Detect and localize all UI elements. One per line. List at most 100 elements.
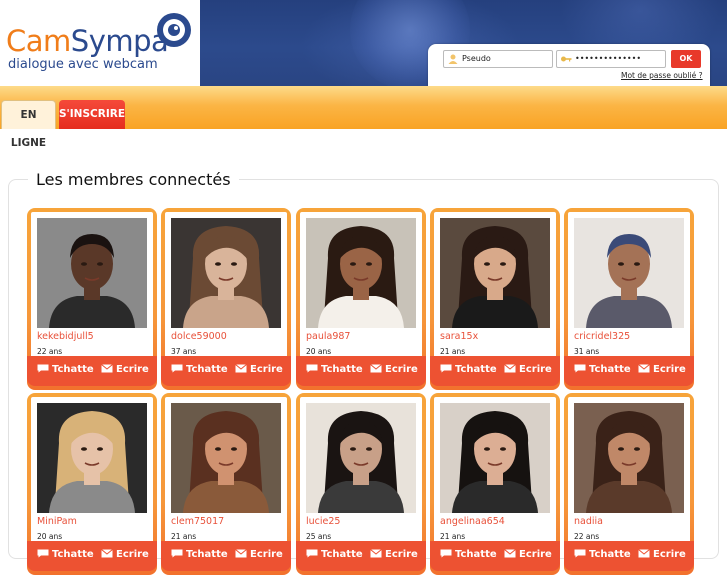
chat-button[interactable]: Tchatte (440, 549, 497, 561)
member-card[interactable]: angelinaa654 21 ans Tchatte Ecrire (430, 393, 560, 575)
write-label: Ecrire (116, 364, 149, 375)
forgot-password-link[interactable]: Mot de passe oublié ? (621, 71, 703, 80)
member-actions: Tchatte Ecrire (27, 356, 157, 386)
chat-button[interactable]: Tchatte (37, 549, 94, 561)
chat-bubble-icon (574, 549, 586, 558)
member-name[interactable]: paula987 (306, 331, 350, 342)
envelope-icon (370, 364, 382, 373)
member-card[interactable]: dolce59000 37 ans Tchatte Ecrire (161, 208, 291, 390)
chat-button[interactable]: Tchatte (306, 549, 363, 561)
member-card[interactable]: nadiia 22 ans Tchatte Ecrire (564, 393, 694, 575)
member-name[interactable]: lucie25 (306, 516, 340, 527)
logo-subtitle: dialogue avec webcam (8, 57, 158, 72)
pseudo-value: Pseudo (462, 54, 491, 63)
write-label: Ecrire (385, 549, 418, 560)
member-photo[interactable] (306, 218, 416, 328)
member-photo[interactable] (171, 403, 281, 513)
chat-button[interactable]: Tchatte (440, 364, 497, 376)
member-card-inner: lucie25 25 ans (300, 397, 422, 553)
write-button[interactable]: Ecrire (235, 549, 283, 561)
member-photo-art (440, 218, 550, 328)
chat-button[interactable]: Tchatte (171, 364, 228, 376)
password-value: •••••••••••••• (575, 54, 642, 63)
write-button[interactable]: Ecrire (370, 549, 418, 561)
chat-label: Tchatte (52, 364, 94, 375)
pseudo-field[interactable]: Pseudo (443, 50, 553, 68)
member-actions: Tchatte Ecrire (564, 356, 694, 386)
member-age: 22 ans (37, 347, 63, 356)
member-photo-art (574, 403, 684, 513)
login-ok-button[interactable]: OK (671, 50, 701, 68)
member-card-inner: MiniPam 20 ans (31, 397, 153, 553)
member-card[interactable]: sara15x 21 ans Tchatte Ecrire (430, 208, 560, 390)
user-icon (448, 54, 458, 64)
chat-bubble-icon (440, 364, 452, 373)
chat-button[interactable]: Tchatte (574, 549, 631, 561)
member-card[interactable]: kekebidjull5 22 ans Tchatte Ecrire (27, 208, 157, 390)
write-label: Ecrire (653, 364, 686, 375)
write-button[interactable]: Ecrire (638, 364, 686, 376)
write-button[interactable]: Ecrire (370, 364, 418, 376)
member-name[interactable]: dolce59000 (171, 331, 227, 342)
chat-label: Tchatte (186, 549, 228, 560)
member-card[interactable]: lucie25 25 ans Tchatte Ecrire (296, 393, 426, 575)
password-field[interactable]: •••••••••••••• (556, 50, 666, 68)
chat-label: Tchatte (589, 549, 631, 560)
member-actions: Tchatte Ecrire (430, 356, 560, 386)
member-actions: Tchatte Ecrire (430, 541, 560, 571)
chat-bubble-icon (171, 549, 183, 558)
member-photo-art (171, 218, 281, 328)
member-photo[interactable] (37, 218, 147, 328)
member-age: 20 ans (37, 532, 63, 541)
member-name[interactable]: MiniPam (37, 516, 77, 527)
tab-online[interactable]: EN LIGNE (1, 100, 56, 149)
member-actions: Tchatte Ecrire (161, 356, 291, 386)
write-button[interactable]: Ecrire (638, 549, 686, 561)
chat-bubble-icon (306, 549, 318, 558)
nav-bar: EN LIGNE S'INSCRIRE (0, 86, 727, 149)
chat-label: Tchatte (52, 549, 94, 560)
write-button[interactable]: Ecrire (504, 549, 552, 561)
envelope-icon (101, 364, 113, 373)
member-card[interactable]: MiniPam 20 ans Tchatte Ecrire (27, 393, 157, 575)
chat-button[interactable]: Tchatte (306, 364, 363, 376)
member-name[interactable]: clem75017 (171, 516, 224, 527)
envelope-icon (504, 549, 516, 558)
member-card[interactable]: clem75017 21 ans Tchatte Ecrire (161, 393, 291, 575)
chat-button[interactable]: Tchatte (37, 364, 94, 376)
write-button[interactable]: Ecrire (101, 549, 149, 561)
logo[interactable]: CamSympa dialogue avec webcam (0, 0, 200, 86)
member-actions: Tchatte Ecrire (564, 541, 694, 571)
member-photo[interactable] (440, 403, 550, 513)
write-button[interactable]: Ecrire (101, 364, 149, 376)
tab-register[interactable]: S'INSCRIRE (59, 100, 125, 129)
chat-button[interactable]: Tchatte (171, 549, 228, 561)
member-age: 31 ans (574, 347, 600, 356)
member-card-inner: nadiia 22 ans (568, 397, 690, 553)
envelope-icon (370, 549, 382, 558)
member-name[interactable]: kekebidjull5 (37, 331, 94, 342)
envelope-icon (638, 364, 650, 373)
member-name[interactable]: sara15x (440, 331, 478, 342)
member-name[interactable]: angelinaa654 (440, 516, 505, 527)
write-button[interactable]: Ecrire (504, 364, 552, 376)
member-name[interactable]: nadiia (574, 516, 603, 527)
member-photo[interactable] (37, 403, 147, 513)
envelope-icon (235, 364, 247, 373)
write-button[interactable]: Ecrire (235, 364, 283, 376)
key-icon (561, 56, 572, 62)
chat-label: Tchatte (186, 364, 228, 375)
chat-button[interactable]: Tchatte (574, 364, 631, 376)
member-name[interactable]: cricridel325 (574, 331, 630, 342)
member-photo[interactable] (171, 218, 281, 328)
member-card[interactable]: cricridel325 31 ans Tchatte Ecrire (564, 208, 694, 390)
envelope-icon (101, 549, 113, 558)
member-photo[interactable] (574, 403, 684, 513)
member-photo[interactable] (440, 218, 550, 328)
write-label: Ecrire (116, 549, 149, 560)
member-age: 22 ans (574, 532, 600, 541)
chat-bubble-icon (37, 549, 49, 558)
member-photo[interactable] (574, 218, 684, 328)
member-card[interactable]: paula987 20 ans Tchatte Ecrire (296, 208, 426, 390)
member-photo[interactable] (306, 403, 416, 513)
